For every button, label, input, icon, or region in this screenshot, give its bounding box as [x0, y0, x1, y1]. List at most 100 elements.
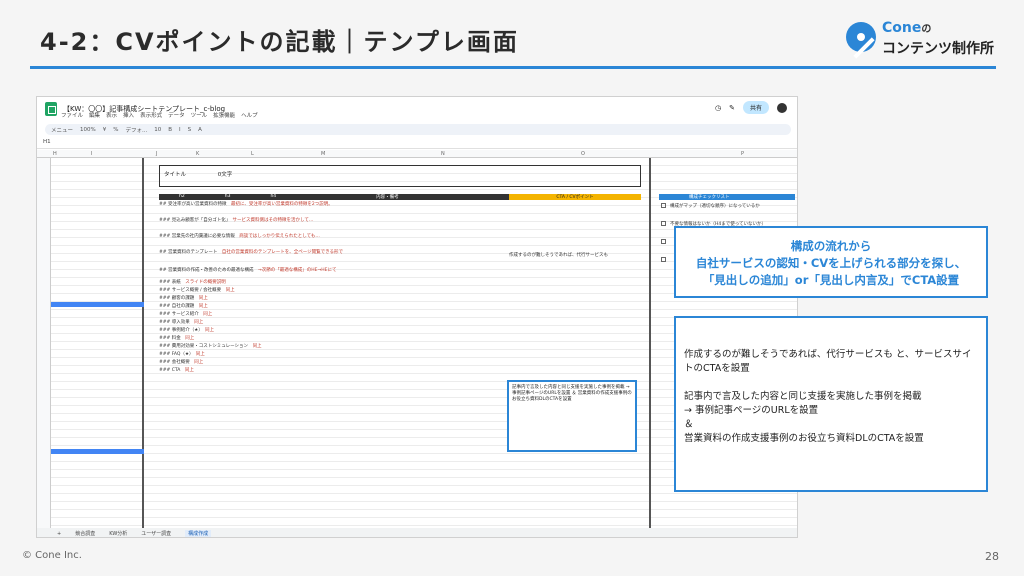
checkbox-icon[interactable] — [661, 221, 666, 226]
checklist-item[interactable]: 構成がマップ（適切な順序）になっているか — [661, 203, 766, 221]
callout2-p2b: → 事例記事ページのURLを設置 — [684, 405, 819, 416]
menu-edit[interactable]: 編集 — [89, 111, 100, 119]
table-row[interactable]: ### 営業先の社内稟議に必要な情報 商談ではしっかり伝えられたとしても… — [159, 233, 509, 241]
callout-cta-detail: 作成するのが難しそうであれば、代行サービスも と、サービスサイトのCTAを設置 … — [674, 316, 988, 492]
share-button[interactable]: 共有 — [742, 101, 769, 114]
table-row[interactable]: ### 見込み顧客が「自分ゴト化」 サービス資料側はその特徴を活かして… — [159, 217, 509, 225]
header-h4: h4 — [270, 194, 277, 199]
table-row[interactable]: ## 営業資料の作成・改善のための最適な構成 →次節の「最適な構成」のHE→HE… — [159, 267, 509, 275]
slide-title: 4-2：CVポイントの記載｜テンプレ画面 — [40, 28, 519, 56]
title-divider — [30, 66, 996, 69]
title-label: タイトル — [164, 172, 187, 178]
font-select[interactable]: デフォ... — [125, 126, 147, 134]
header-actions: ◷ ✎ 共有 — [715, 101, 787, 114]
toolbar-menu[interactable]: メニュー — [51, 126, 73, 134]
row-number-gutter — [37, 158, 51, 528]
brand-logo: Coneの コンテンツ制作所 — [846, 20, 1006, 60]
sheet-tabs: + 競合調査 KW分析 ユーザー調査 構成作成 — [37, 528, 797, 537]
cta-header: CTA / CVポイント — [509, 194, 641, 200]
strike-button[interactable]: S — [188, 127, 192, 133]
col-letter[interactable]: K — [196, 151, 199, 157]
structure-header-row: h2 h3 h4 内容・備考 — [159, 194, 509, 200]
logo-text-bottom: コンテンツ制作所 — [882, 41, 994, 57]
header-notes: 内容・備考 — [376, 195, 399, 200]
table-row[interactable]: ### 費用対効果・コストシミュレーション 同上 — [159, 343, 509, 351]
callout1-line3: 「見出しの追加」or「見出し内言及」でCTA設置 — [702, 273, 960, 287]
table-row[interactable]: ### FAQ（★） 同上 — [159, 351, 509, 359]
bold-button[interactable]: B — [168, 127, 172, 133]
sheets-icon[interactable] — [45, 102, 57, 116]
table-row[interactable]: ### 料金 同上 — [159, 335, 509, 343]
menu-insert[interactable]: 挿入 — [123, 111, 134, 119]
column-letters: H I J K L M N O P — [51, 150, 791, 158]
header-h2: h2 — [179, 194, 185, 199]
table-row[interactable]: ## 受注率が高い営業資料の特徴 最初に、受注率が高い営業資料の特徴を2つ説明。 — [159, 201, 509, 209]
menu-format[interactable]: 表示形式 — [140, 111, 162, 119]
table-row[interactable]: ### サービス紹介 同上 — [159, 311, 509, 319]
table-row[interactable]: ## 営業資料のテンプレート 自社の営業資料のテンプレートを、全ページ閲覧できる… — [159, 249, 509, 257]
menu-view[interactable]: 表示 — [106, 111, 117, 119]
cell-reference: H1 — [43, 139, 51, 145]
menu-help[interactable]: ヘルプ — [241, 111, 258, 119]
title-cell[interactable]: タイトル 0文字 — [159, 165, 641, 187]
selected-row-highlight — [51, 302, 144, 307]
tab-kw[interactable]: KW分析 — [109, 530, 127, 537]
callout2-p2d: 営業資料の作成支援事例のお役立ち資料DLのCTAを設置 — [684, 433, 924, 444]
tab-user[interactable]: ユーザー調査 — [141, 530, 171, 537]
table-row[interactable]: ### 会社概要 同上 — [159, 359, 509, 367]
col-letter[interactable]: L — [251, 151, 254, 157]
callout1-line1: 構成の流れから — [790, 239, 872, 253]
table-row[interactable]: ### サービス概要 / 会社概要 同上 — [159, 287, 509, 295]
avatar[interactable] — [777, 102, 787, 113]
zoom-select[interactable]: 100% — [80, 127, 96, 133]
formula-bar[interactable]: H1 — [37, 139, 797, 149]
menu-tools[interactable]: ツール — [191, 111, 208, 119]
col-letter[interactable]: M — [321, 151, 325, 157]
col-letter[interactable]: I — [91, 151, 92, 157]
add-sheet-icon[interactable]: + — [57, 531, 61, 537]
table-row[interactable]: ### 事例紹介（★） 同上 — [159, 327, 509, 335]
comment-icon[interactable]: ✎ — [729, 104, 735, 112]
col-letter[interactable]: P — [741, 151, 744, 157]
table-row[interactable]: ### 表紙 スライドの概要説明 — [159, 279, 509, 287]
table-row[interactable]: ### 導入効果 同上 — [159, 319, 509, 327]
tab-competitor[interactable]: 競合調査 — [75, 530, 95, 537]
history-icon[interactable]: ◷ — [715, 104, 721, 112]
percent-button[interactable]: % — [113, 127, 118, 133]
cta-highlighted-cell[interactable]: 記事内で言及した内容と同じ支援を実施した事例を掲載 → 事例記事ページのURLを… — [507, 380, 637, 452]
header-h3: h3 — [224, 194, 231, 199]
menu-extensions[interactable]: 拡張機能 — [213, 111, 235, 119]
callout2-p1: 作成するのが難しそうであれば、代行サービスも と、サービスサイトのCTAを設置 — [684, 349, 972, 374]
checkbox-icon[interactable] — [661, 203, 666, 208]
callout2-p2a: 記事内で言及した内容と同じ支援を実施した事例を掲載 — [684, 391, 922, 402]
checklist-header: 構成チェックリスト — [659, 194, 795, 200]
menu-file[interactable]: ファイル — [61, 111, 83, 119]
currency-button[interactable]: ¥ — [103, 127, 107, 133]
table-row[interactable]: ### 自社の課題 同上 — [159, 303, 509, 311]
left-notes-column — [51, 158, 144, 528]
menu-data[interactable]: データ — [168, 111, 185, 119]
checkbox-icon[interactable] — [661, 239, 666, 244]
cone-logo-icon — [846, 22, 876, 59]
checkbox-icon[interactable] — [661, 257, 666, 262]
col-letter[interactable]: O — [581, 151, 585, 157]
table-row[interactable]: ### 顧客の課題 同上 — [159, 295, 509, 303]
toolbar: メニュー 100% ¥ % デフォ... 10 B I S A — [45, 124, 791, 135]
italic-button[interactable]: I — [179, 127, 181, 133]
callout1-line2: 自社サービスの認知・CVを上げられる部分を探し、 — [695, 256, 967, 270]
col-letter[interactable]: N — [441, 151, 445, 157]
col-letter[interactable]: H — [53, 151, 57, 157]
selected-row-highlight — [51, 449, 144, 454]
text-color-button[interactable]: A — [198, 127, 202, 133]
callout-cta-flow: 構成の流れから 自社サービスの認知・CVを上げられる部分を探し、 「見出しの追加… — [674, 226, 988, 298]
tab-structure[interactable]: 構成作成 — [185, 530, 212, 537]
menu-bar: ファイル 編集 表示 挿入 表示形式 データ ツール 拡張機能 ヘルプ — [61, 111, 258, 119]
outline-rows: ## 受注率が高い営業資料の特徴 最初に、受注率が高い営業資料の特徴を2つ説明。… — [159, 201, 509, 375]
font-size[interactable]: 10 — [154, 127, 161, 133]
table-row[interactable]: ### CTA 同上 — [159, 367, 509, 375]
cta-cell-text[interactable]: 作成するのが難しそうであれば、代行サービスも — [509, 253, 641, 259]
page-number: 28 — [985, 550, 999, 563]
char-count: 0文字 — [217, 172, 233, 178]
col-letter[interactable]: J — [156, 151, 157, 157]
column-divider — [649, 158, 651, 528]
